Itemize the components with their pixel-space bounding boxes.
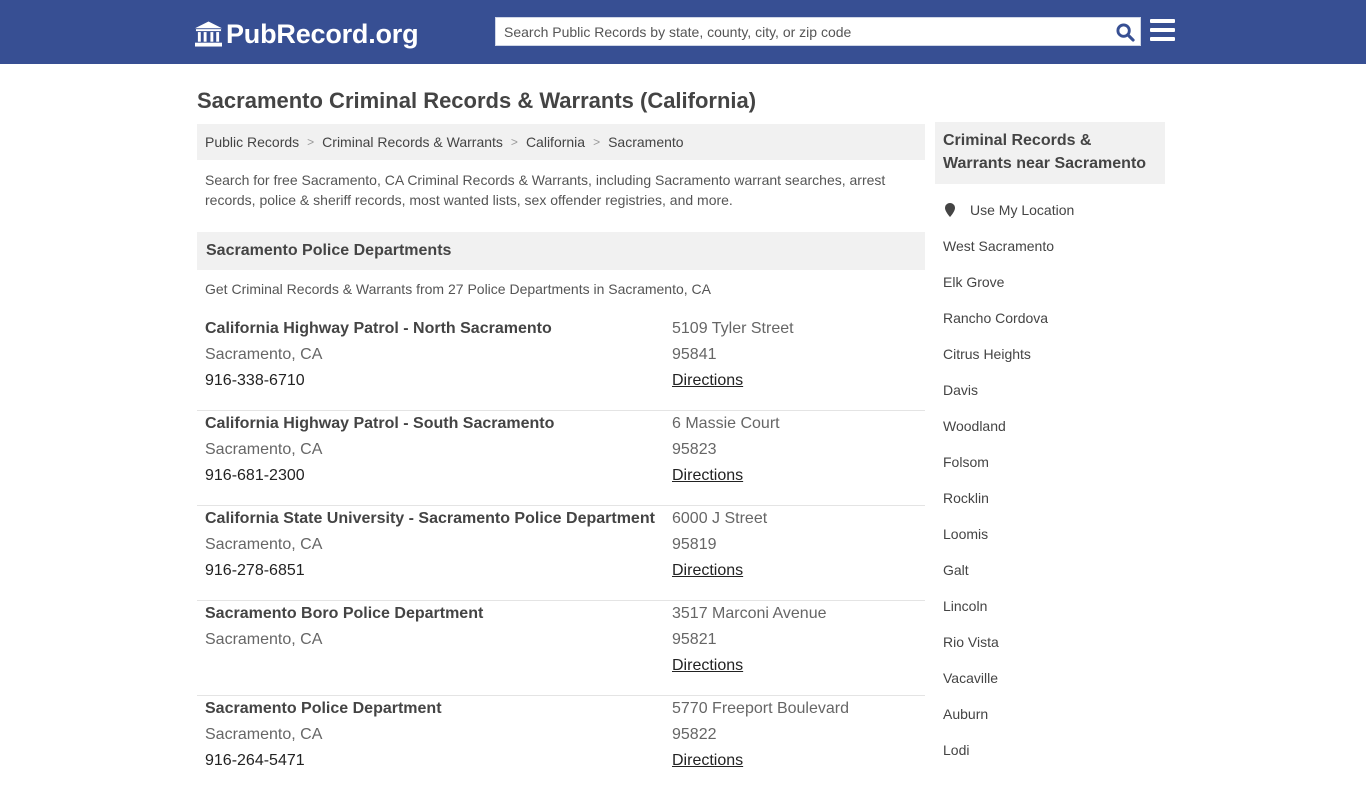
department-phone[interactable]: 916-278-6851 <box>205 558 665 584</box>
page-title: Sacramento Criminal Records & Warrants (… <box>197 88 757 113</box>
department-zip: 95819 <box>672 536 717 553</box>
department-city: Sacramento, CA <box>205 346 323 363</box>
sidebar-city-link[interactable]: West Sacramento <box>935 228 1165 264</box>
department-name[interactable]: California Highway Patrol - North Sacram… <box>205 316 665 342</box>
department-phone[interactable]: 916-338-6710 <box>205 368 665 394</box>
directions-link[interactable]: Directions <box>672 372 743 389</box>
department-city: Sacramento, CA <box>205 631 323 648</box>
breadcrumb: Public Records > Criminal Records & Warr… <box>197 124 925 160</box>
top-header: PubRecord.org <box>0 0 1366 64</box>
directions-link[interactable]: Directions <box>672 752 743 769</box>
sidebar-city-link[interactable]: Lincoln <box>935 588 1165 624</box>
directions-link[interactable]: Directions <box>672 562 743 579</box>
department-street: 6000 J Street <box>672 510 768 527</box>
list-item: California State University - Sacramento… <box>197 506 925 601</box>
sidebar-city-link[interactable]: Rancho Cordova <box>935 300 1165 336</box>
department-zip: 95821 <box>672 631 717 648</box>
use-my-location-button[interactable]: Use My Location <box>935 192 1165 228</box>
courthouse-icon <box>195 21 222 47</box>
department-city: Sacramento, CA <box>205 441 323 458</box>
search-icon <box>1115 22 1135 42</box>
sidebar-city-link[interactable]: Davis <box>935 372 1165 408</box>
department-street: 5770 Freeport Boulevard <box>672 700 849 717</box>
department-city: Sacramento, CA <box>205 536 323 553</box>
breadcrumb-california[interactable]: California <box>526 134 585 150</box>
breadcrumb-separator: > <box>510 135 518 149</box>
department-name[interactable]: Sacramento Police Department <box>205 696 665 722</box>
sidebar-city-link[interactable]: Galt <box>935 552 1165 588</box>
department-street: 3517 Marconi Avenue <box>672 605 827 622</box>
breadcrumb-sacramento[interactable]: Sacramento <box>608 134 683 150</box>
department-street: 5109 Tyler Street <box>672 320 794 337</box>
department-zip: 95822 <box>672 726 717 743</box>
sidebar-city-link[interactable]: Vacaville <box>935 660 1165 696</box>
list-item: Sacramento Boro Police Department Sacram… <box>197 601 925 696</box>
search-input[interactable] <box>496 18 1106 45</box>
map-pin-icon <box>945 203 955 217</box>
sidebar-city-link[interactable]: Folsom <box>935 444 1165 480</box>
section-title: Sacramento Police Departments <box>197 232 925 270</box>
department-name[interactable]: California State University - Sacramento… <box>205 506 665 532</box>
department-phone[interactable]: 916-681-2300 <box>205 463 665 489</box>
department-name[interactable]: Sacramento Boro Police Department <box>205 601 665 627</box>
nearby-cities-list: Use My Location West Sacramento Elk Grov… <box>935 192 1165 768</box>
sidebar-city-link[interactable]: Elk Grove <box>935 264 1165 300</box>
intro-text: Search for free Sacramento, CA Criminal … <box>205 172 886 208</box>
directions-link[interactable]: Directions <box>672 467 743 484</box>
hamburger-menu-icon[interactable] <box>1150 19 1175 41</box>
list-item: Sacramento Police Department Sacramento,… <box>197 696 925 791</box>
breadcrumb-separator: > <box>307 135 315 149</box>
department-zip: 95841 <box>672 346 717 363</box>
search-box <box>495 17 1141 46</box>
breadcrumb-public-records[interactable]: Public Records <box>205 134 299 150</box>
sidebar-city-link[interactable]: Rio Vista <box>935 624 1165 660</box>
sidebar-city-link[interactable]: Lodi <box>935 732 1165 768</box>
sidebar-city-link[interactable]: Loomis <box>935 516 1165 552</box>
sidebar-city-link[interactable]: Citrus Heights <box>935 336 1165 372</box>
logo-text: PubRecord.org <box>226 18 419 49</box>
use-my-location-label: Use My Location <box>970 202 1075 218</box>
section-description: Get Criminal Records & Warrants from 27 … <box>205 281 711 297</box>
department-name[interactable]: California Highway Patrol - South Sacram… <box>205 411 665 437</box>
sidebar-city-link[interactable]: Woodland <box>935 408 1165 444</box>
list-item: California Highway Patrol - South Sacram… <box>197 411 925 506</box>
sidebar-city-link[interactable]: Rocklin <box>935 480 1165 516</box>
department-street: 6 Massie Court <box>672 415 780 432</box>
department-city: Sacramento, CA <box>205 726 323 743</box>
sidebar-city-link[interactable]: Auburn <box>935 696 1165 732</box>
list-item: California Highway Patrol - North Sacram… <box>197 316 925 411</box>
search-button[interactable] <box>1114 21 1136 43</box>
department-zip: 95823 <box>672 441 717 458</box>
breadcrumb-separator: > <box>593 135 601 149</box>
sidebar-title: Criminal Records & Warrants near Sacrame… <box>935 122 1165 184</box>
directions-link[interactable]: Directions <box>672 657 743 674</box>
site-logo[interactable]: PubRecord.org <box>195 18 419 50</box>
department-phone[interactable]: 916-264-5471 <box>205 748 665 774</box>
breadcrumb-criminal-records[interactable]: Criminal Records & Warrants <box>322 134 503 150</box>
